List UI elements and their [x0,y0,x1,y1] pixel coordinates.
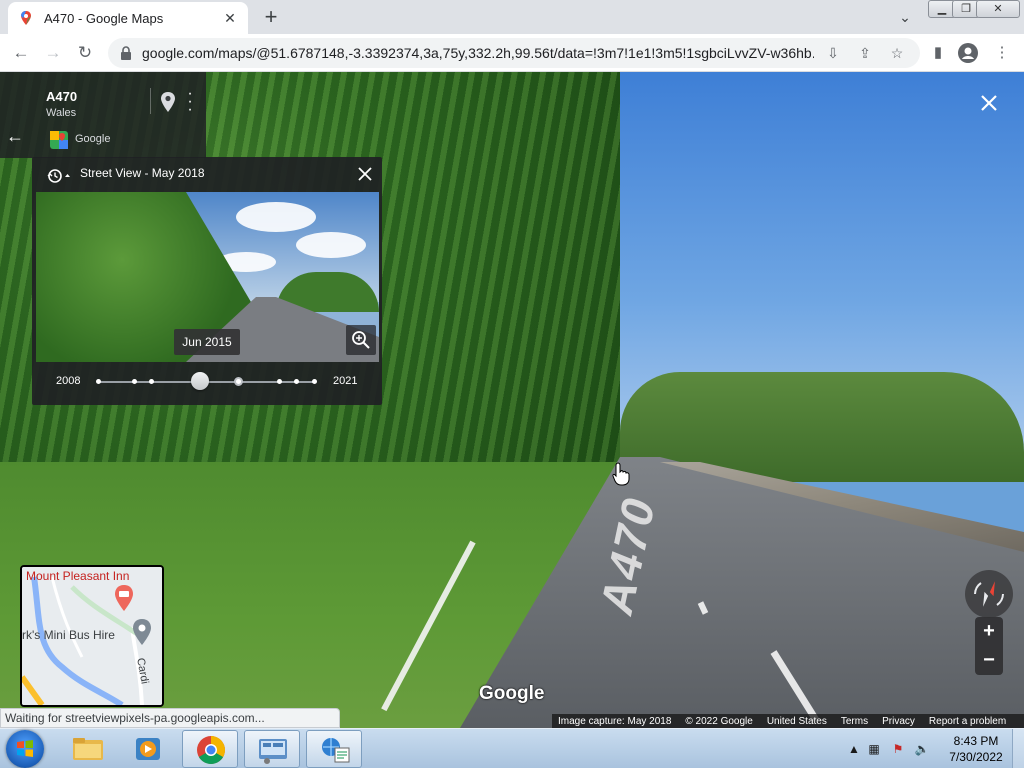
profile-avatar-icon[interactable] [956,41,980,65]
clock-time: 8:43 PM [953,734,999,748]
close-street-view-icon[interactable] [976,90,1002,116]
lock-icon [121,46,131,60]
taskbar-media-player[interactable] [120,730,176,768]
close-icon[interactable] [355,164,375,184]
control-panel-icon [259,739,287,764]
media-player-icon [136,738,160,760]
place-region: Wales [46,107,77,119]
start-button[interactable] [6,730,44,768]
poi-label[interactable]: Mount Pleasant Inn [26,569,129,583]
timeline-start-year: 2008 [56,375,81,387]
place-name: A470 [46,89,78,104]
google-maps-icon [21,11,31,25]
report-problem-link[interactable]: Report a problem [929,716,1006,727]
reload-button[interactable]: ↻ [72,40,98,66]
country-link[interactable]: United States [767,716,827,727]
share-icon[interactable]: ⇪ [854,42,876,64]
place-card: ← A470 Wales · · · Google [0,72,206,158]
menu-dots-icon[interactable]: ⋮ [990,41,1014,65]
provider-label: Google [75,133,111,145]
volume-icon[interactable]: 🔈 [914,741,930,757]
back-button[interactable]: ← [8,40,34,66]
poi-label[interactable]: rk's Mini Bus Hire [22,628,115,642]
google-logo: Google [479,683,545,704]
timeline-dot[interactable] [312,379,317,384]
forward-button[interactable]: → [40,40,66,66]
taskbar-clock[interactable]: 8:43 PM 7/30/2022 [940,733,1012,765]
globe-doc-icon [322,738,350,763]
zoom-in-button[interactable]: + [975,617,1003,646]
panel-header: Street View - May 2018 [80,166,205,180]
compass-icon [974,581,1004,607]
tab-google-maps[interactable]: A470 - Google Maps ✕ [8,2,248,34]
close-window-button[interactable]: ✕ [976,0,1020,18]
taskbar-control-panel[interactable] [244,730,300,768]
magnifier-icon [352,331,370,349]
windows-taskbar: ▲ ▦ ⚑ 🔈 8:43 PM 7/30/2022 [0,728,1024,768]
cloud [236,202,316,232]
timeline-dot[interactable] [149,379,154,384]
chrome-icon [197,736,225,764]
url-text: google.com/maps/@51.6787148,-3.3392374,3… [142,45,814,61]
tab-title: A470 - Google Maps [44,10,164,26]
attribution-bar: Image capture: May 2018 © 2022 Google Un… [552,714,1024,728]
timeline-current-dot[interactable] [234,377,243,386]
back-arrow-icon[interactable]: ← [6,126,26,146]
google-maps-logo-icon [50,131,68,149]
show-desktop-button[interactable] [1012,729,1024,768]
action-center-flag-icon[interactable]: ⚑ [890,741,906,757]
location-pin-icon[interactable] [132,619,152,645]
more-options-icon[interactable]: · · · [184,86,196,118]
hand-cursor-icon [612,462,630,486]
taskbar-network-tool[interactable] [306,730,362,768]
network-icon[interactable]: ▦ [866,741,882,757]
windows-logo-icon [17,740,33,757]
install-icon[interactable]: ⇩ [822,42,844,64]
zoom-thumbnail-button[interactable] [346,325,376,355]
history-icon[interactable] [46,167,72,185]
browser-toolbar: ← → ↻ google.com/maps/@51.6787148,-3.339… [0,34,1024,72]
terms-link[interactable]: Terms [841,716,868,727]
folder-icon [73,738,103,760]
timeline-dot[interactable] [132,379,137,384]
system-tray: ▲ ▦ ⚑ 🔈 8:43 PM 7/30/2022 [840,729,1024,768]
clock-date: 7/30/2022 [949,750,1003,764]
address-bar[interactable]: google.com/maps/@51.6787148,-3.3392374,3… [108,38,920,68]
status-bubble: Waiting for streetviewpixels-pa.googleap… [0,708,340,728]
privacy-link[interactable]: Privacy [882,716,915,727]
copyright: © 2022 Google [685,715,753,727]
close-tab-icon[interactable]: ✕ [222,10,238,27]
timeline-dot[interactable] [294,379,299,384]
tab-strip: A470 - Google Maps ✕ + ⌄ ▁ ❐ ✕ [0,0,1024,34]
screen: A470 - Google Maps ✕ + ⌄ ▁ ❐ ✕ ← → ↻ goo… [0,0,1024,768]
taskbar-chrome[interactable] [182,730,238,768]
new-tab-button[interactable]: + [258,4,284,30]
cloud [296,232,366,258]
map-pin-icon[interactable] [160,92,176,112]
mini-map[interactable]: Mount Pleasant Inn rk's Mini Bus Hire Ca… [20,565,164,707]
show-hidden-icons-icon[interactable]: ▲ [846,741,862,757]
compass-control[interactable] [965,570,1013,618]
bookmark-star-icon[interactable]: ☆ [886,42,908,64]
date-tooltip: Jun 2015 [174,329,240,355]
timeline-slider-handle[interactable] [191,372,209,390]
zoom-control: + − [975,617,1003,675]
side-panel-icon[interactable]: ▮ [926,41,950,65]
timeline-end-year: 2021 [333,375,358,387]
taskbar-explorer[interactable] [60,730,116,768]
zoom-out-button[interactable]: − [975,646,1003,675]
time-travel-panel: Street View - May 2018 Jun 2015 2008 202… [32,157,382,405]
chevron-down-icon[interactable]: ⌄ [894,6,916,28]
hotel-pin-icon[interactable] [114,585,134,611]
timeline-dot[interactable] [277,379,282,384]
image-capture-date: Image capture: May 2018 [558,715,672,727]
divider [150,88,151,114]
timeline-dot[interactable] [96,379,101,384]
